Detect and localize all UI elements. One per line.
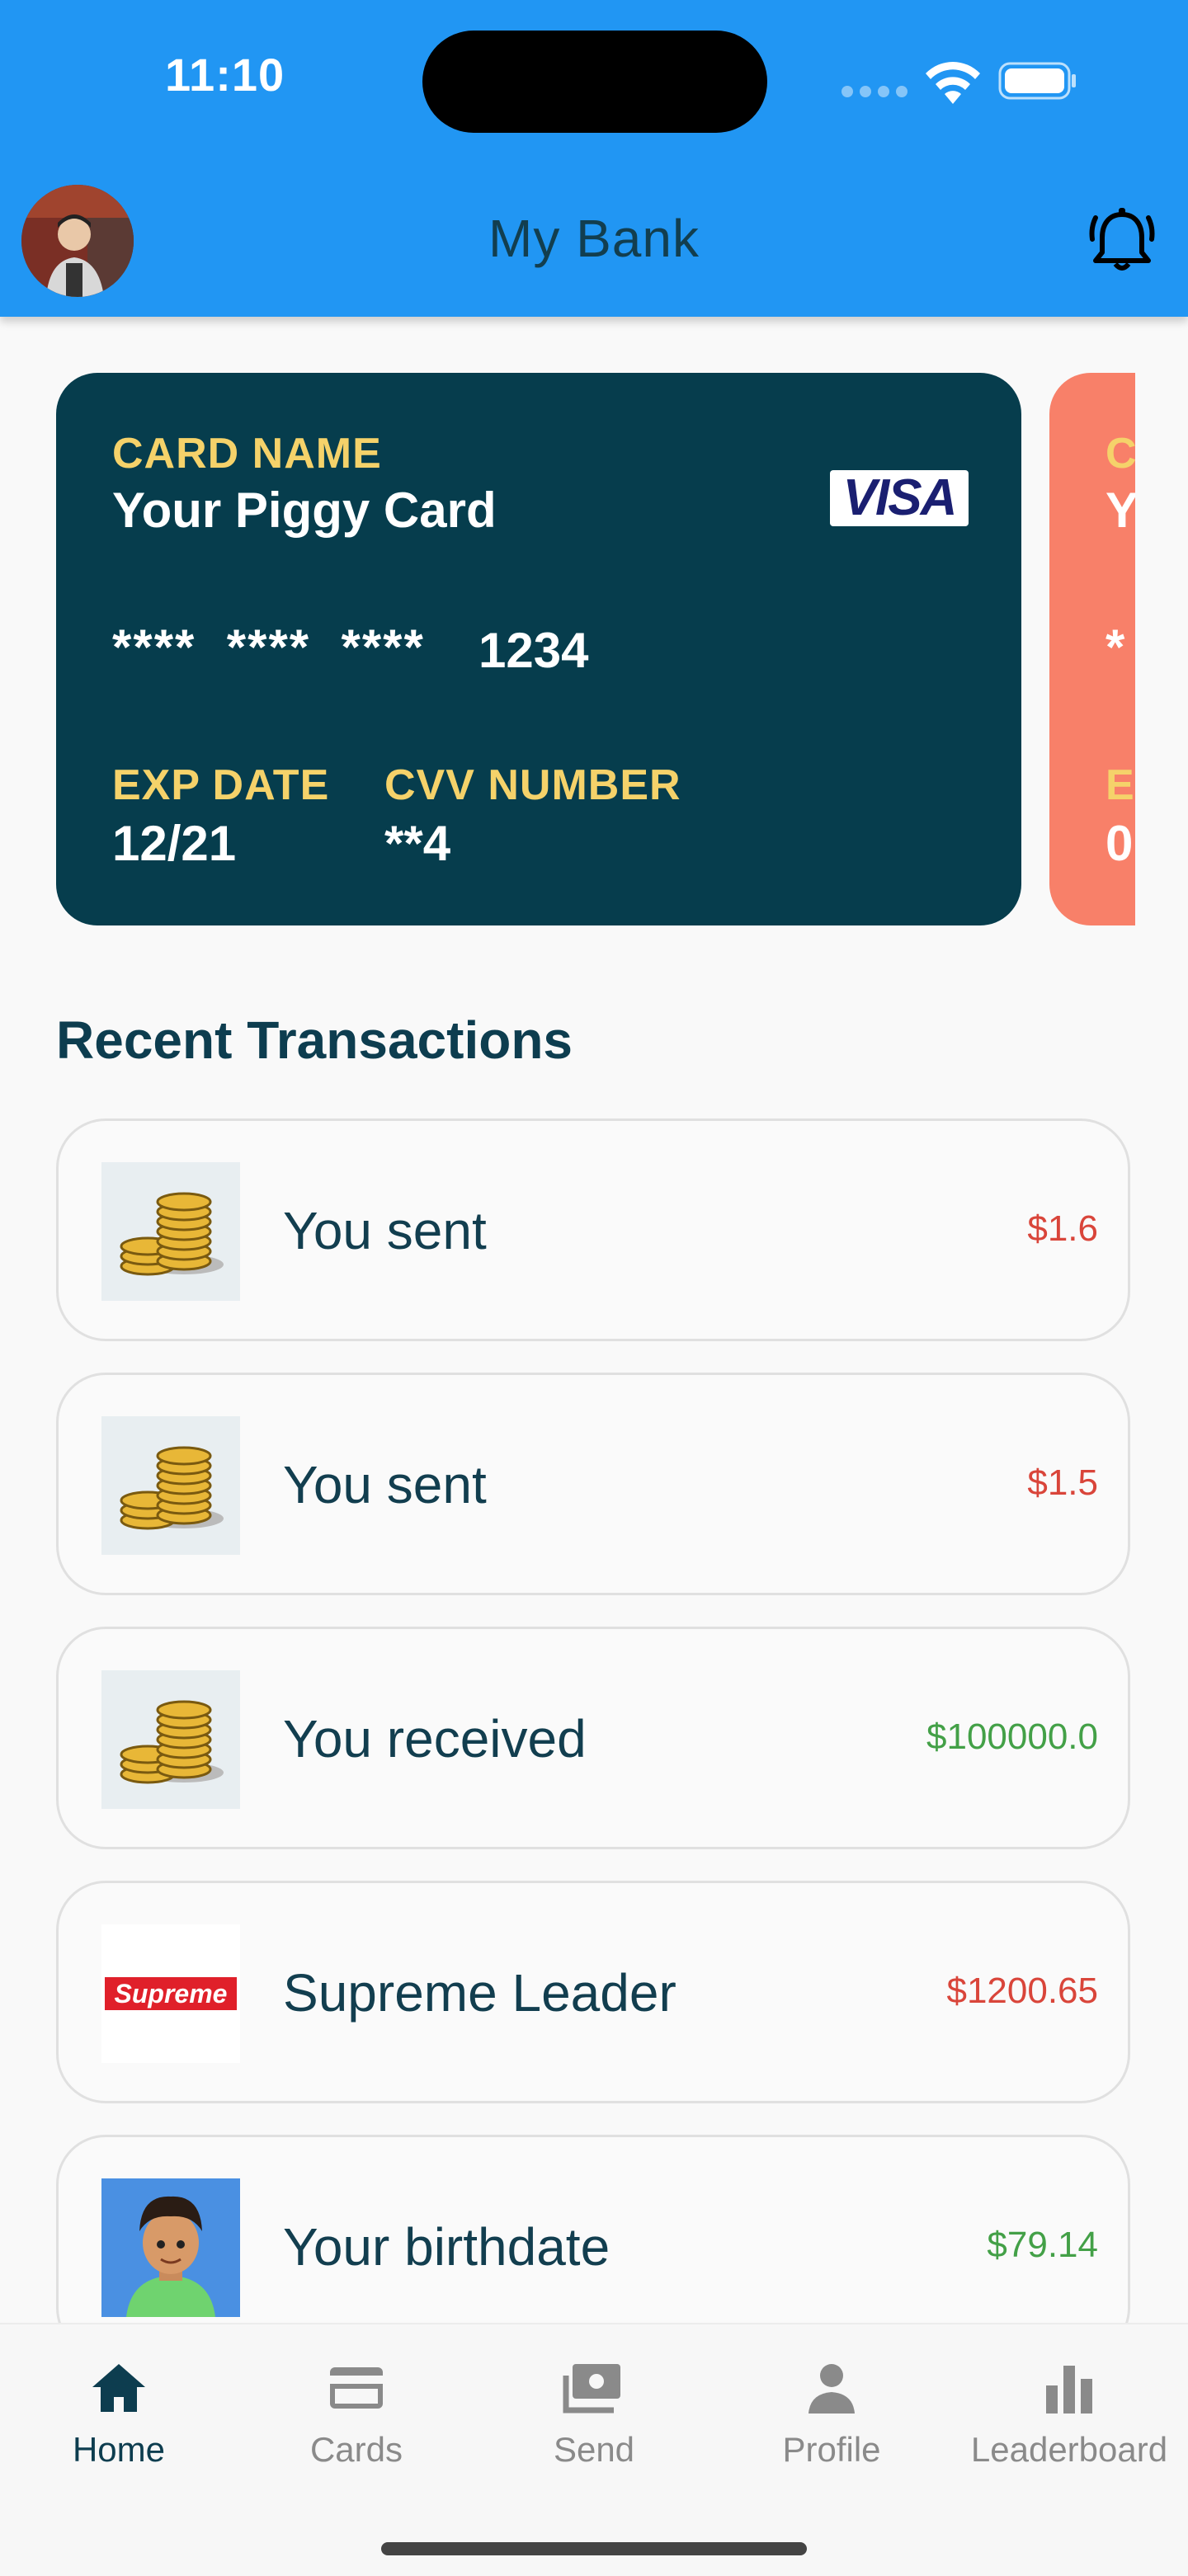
nav-send[interactable]: Send [495,2357,693,2470]
exp-date-label: EXP DATE [112,761,330,809]
avatar-cartoon [101,2178,240,2317]
home-icon [92,2364,145,2412]
bottom-navigation: Home Cards Send Profile Leaderboard [0,2323,1188,2576]
nav-label-home: Home [72,2430,166,2469]
nav-cards[interactable]: Cards [257,2357,455,2470]
exp-date: 12/21 [112,816,237,871]
transaction-amount: $1200.65 [946,1971,1098,2011]
exp-date: 0 [1106,816,1134,871]
transaction-item[interactable]: You sent $1.5 [56,1373,1130,1595]
transaction-item[interactable]: You received $100000.0 [56,1627,1130,1849]
dynamic-island [422,31,767,133]
transaction-amount: $1.6 [1027,1208,1098,1249]
bank-card-next[interactable]: C Y * E 0 [1049,373,1135,925]
transaction-label: Your birthdate [283,2217,610,2277]
coins-icon [101,1162,240,1301]
cvv-label: CVV NUMBER [384,761,681,809]
transaction-item[interactable]: You sent $1.6 [56,1118,1130,1341]
card-name: Your Piggy Card [112,483,497,538]
card-name-label: CARD NAME [112,430,382,478]
card-number-last4: 1234 [478,623,589,678]
coins-icon [101,1416,240,1555]
transaction-label: Supreme Leader [283,1963,676,2023]
visa-logo: VISA [830,470,969,526]
bank-card[interactable]: CARD NAME Your Piggy Card VISA **** ****… [56,373,1021,925]
transaction-amount: $79.14 [987,2225,1098,2265]
status-time: 11:10 [165,49,285,101]
coins-icon [101,1670,240,1809]
money-send-icon [563,2364,620,2414]
credit-card-icon [330,2367,383,2409]
transaction-label: You sent [283,1455,487,1514]
nav-label-cards: Cards [309,2430,403,2469]
card-number-masked: **** **** **** [112,619,425,675]
nav-home[interactable]: Home [20,2357,218,2470]
nav-label-profile: Profile [782,2430,881,2469]
nav-label-send: Send [553,2430,635,2469]
transaction-label: You sent [283,1201,487,1260]
nav-label-leaderboard: Leaderboard [970,2430,1168,2469]
card-name-label: C [1106,430,1135,478]
transaction-item[interactable]: Supreme Supreme Leader $1200.65 [56,1881,1130,2103]
card-name: Y [1106,483,1135,538]
person-icon [808,2364,855,2414]
notification-bell-icon[interactable] [1087,206,1157,277]
bar-chart-icon [1046,2366,1092,2414]
app-header: 11:10 My Bank [0,0,1188,317]
page-title: My Bank [488,209,700,268]
transaction-amount: $100000.0 [926,1717,1098,1757]
exp-date-label: E [1106,761,1135,809]
nav-profile[interactable]: Profile [733,2357,931,2470]
transaction-amount: $1.5 [1027,1462,1098,1503]
cvv-value: **4 [384,816,451,871]
home-indicator [381,2542,807,2555]
supreme-logo: Supreme [101,1924,240,2063]
recent-transactions-title: Recent Transactions [56,1010,573,1070]
wifi-icon [926,62,980,104]
battery-icon [998,62,1076,100]
card-number-masked: * [1106,619,1125,675]
transaction-label: You received [283,1709,587,1768]
cellular-signal-icon [842,86,908,97]
nav-leaderboard[interactable]: Leaderboard [970,2357,1168,2470]
